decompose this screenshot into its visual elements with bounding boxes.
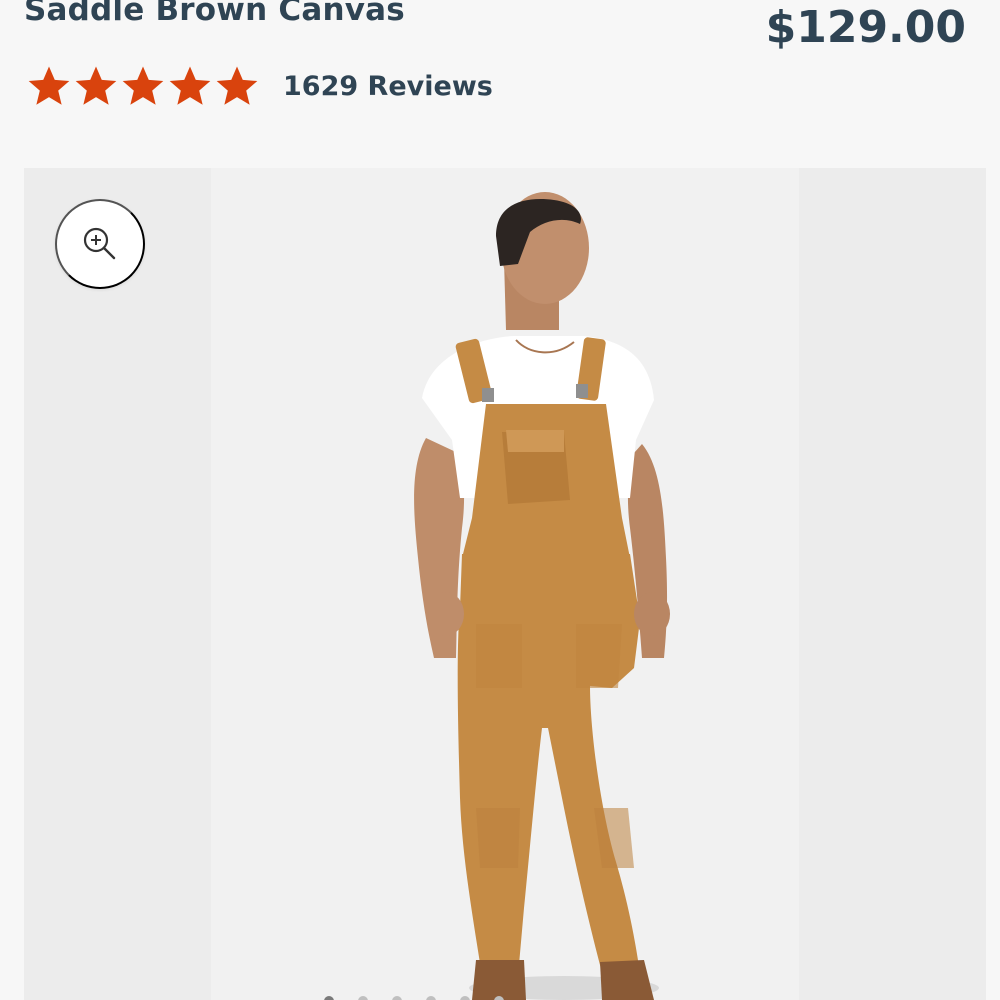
star-icon	[122, 66, 164, 105]
carousel-dot[interactable]	[324, 996, 334, 1000]
carousel-dot[interactable]	[392, 996, 402, 1000]
star-icon	[216, 66, 258, 105]
zoom-in-icon	[83, 227, 116, 260]
product-header: Saddle Brown Canvas $129.00 1629 Reviews	[0, 0, 1000, 160]
carousel-dot[interactable]	[460, 996, 470, 1000]
carousel-dots[interactable]	[324, 996, 528, 1000]
carousel-dot[interactable]	[494, 996, 504, 1000]
product-photo[interactable]	[24, 168, 986, 1000]
star-icon	[169, 66, 211, 105]
star-rating	[26, 63, 261, 109]
review-count-link[interactable]: 1629 Reviews	[283, 71, 493, 102]
carousel-dot[interactable]	[358, 996, 368, 1000]
product-title: Saddle Brown Canvas	[24, 0, 405, 28]
carousel-dot[interactable]	[426, 996, 436, 1000]
product-page: Saddle Brown Canvas $129.00 1629 Reviews	[0, 0, 1000, 1000]
zoom-button[interactable]	[55, 199, 145, 289]
star-icon	[75, 66, 117, 105]
product-price: $129.00	[765, 2, 966, 53]
rating-summary[interactable]: 1629 Reviews	[26, 62, 493, 110]
star-icon	[28, 66, 70, 105]
product-image-gallery[interactable]	[24, 168, 986, 1000]
